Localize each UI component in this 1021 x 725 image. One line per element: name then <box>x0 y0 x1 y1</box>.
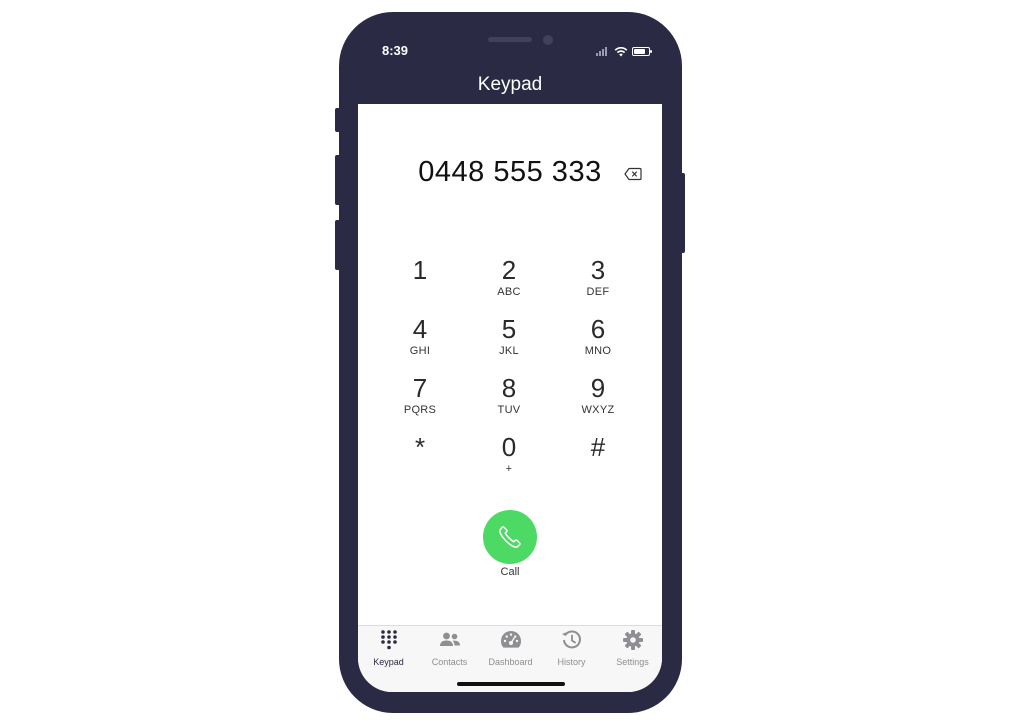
cellular-signal-icon <box>596 46 610 56</box>
key-letters: JKL <box>499 345 519 357</box>
key-letters: TUV <box>497 404 521 416</box>
tab-keypad[interactable]: Keypad <box>358 629 419 669</box>
key-9[interactable]: 9 WXYZ <box>553 374 643 426</box>
tab-label: Contacts <box>431 657 468 667</box>
key-digit: 3 <box>590 255 606 285</box>
contacts-icon <box>439 632 460 646</box>
key-3[interactable]: 3 DEF <box>553 256 643 308</box>
tab-label: Dashboard <box>488 657 533 667</box>
key-digit: 4 <box>412 314 428 344</box>
key-0[interactable]: 0 + <box>464 433 554 485</box>
key-4[interactable]: 4 GHI <box>375 315 465 367</box>
keypad-icon <box>380 630 397 650</box>
key-letters: WXYZ <box>581 404 615 416</box>
home-indicator <box>457 682 565 686</box>
settings-icon <box>622 630 643 650</box>
battery-icon <box>632 46 652 56</box>
phone-icon <box>499 526 521 548</box>
tab-contacts[interactable]: Contacts <box>419 629 480 669</box>
backspace-icon[interactable] <box>624 167 642 181</box>
key-digit: * <box>414 432 426 462</box>
key-star[interactable]: * <box>375 433 465 485</box>
key-1[interactable]: 1 <box>375 256 465 308</box>
front-camera <box>543 35 553 45</box>
key-letters: + <box>505 463 513 475</box>
wifi-icon <box>614 46 628 56</box>
status-time: 8:39 <box>382 43 409 58</box>
tab-label: Keypad <box>373 657 404 667</box>
tab-label: History <box>557 657 586 667</box>
history-icon <box>561 630 581 649</box>
key-letters: DEF <box>586 286 610 298</box>
call-label: Call <box>500 566 520 578</box>
key-digit: 0 <box>501 432 517 462</box>
key-digit: 9 <box>590 373 606 403</box>
key-5[interactable]: 5 JKL <box>464 315 554 367</box>
screen: 0448 555 333 1 2 ABC 3 DEF 4 GHI 5 JKL 6… <box>358 104 662 692</box>
key-8[interactable]: 8 TUV <box>464 374 554 426</box>
key-letters: PQRS <box>403 404 437 416</box>
key-letters: GHI <box>409 345 431 357</box>
key-letters: ABC <box>497 286 521 298</box>
key-digit: # <box>590 432 606 462</box>
tab-label: Settings <box>616 657 649 667</box>
dialed-number: 0448 555 333 <box>418 156 602 188</box>
key-digit: 6 <box>590 314 606 344</box>
key-letters: MNO <box>584 345 612 357</box>
key-digit: 7 <box>412 373 428 403</box>
nav-title: Keypad <box>477 74 543 95</box>
tab-settings[interactable]: Settings <box>602 629 662 669</box>
key-digit: 2 <box>501 255 517 285</box>
speaker-grille <box>488 37 532 42</box>
key-hash[interactable]: # <box>553 433 643 485</box>
key-digit: 5 <box>501 314 517 344</box>
tab-dashboard[interactable]: Dashboard <box>480 629 541 669</box>
key-6[interactable]: 6 MNO <box>553 315 643 367</box>
dashboard-icon <box>500 631 521 648</box>
key-7[interactable]: 7 PQRS <box>375 374 465 426</box>
call-button[interactable] <box>483 510 537 564</box>
key-digit: 1 <box>412 255 428 285</box>
status-icons <box>596 44 652 58</box>
key-2[interactable]: 2 ABC <box>464 256 554 308</box>
key-digit: 8 <box>501 373 517 403</box>
tab-history[interactable]: History <box>541 629 602 669</box>
